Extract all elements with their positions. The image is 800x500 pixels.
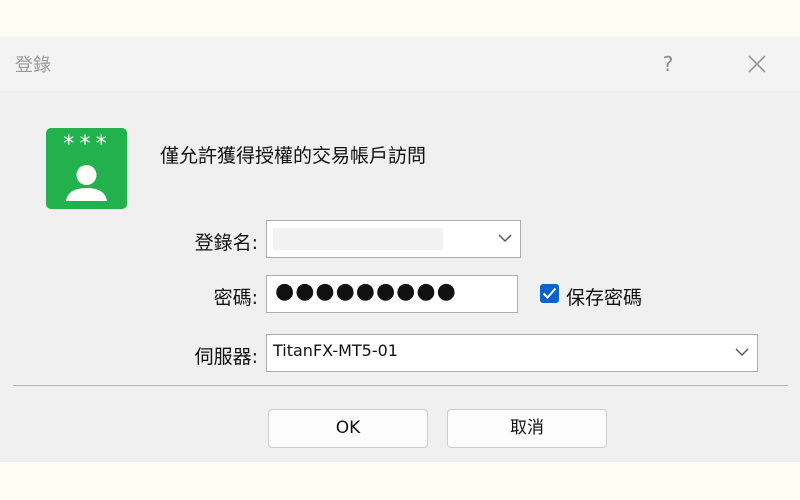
save-password-checkbox[interactable]	[540, 284, 559, 303]
cancel-button[interactable]: 取消	[447, 409, 607, 448]
close-icon	[748, 55, 766, 73]
login-dialog: 登錄 ? *** 僅允許獲得授權的交易帳戶訪問 登錄名: 密碼: ●●●●●●●…	[0, 37, 800, 462]
ok-button[interactable]: OK	[268, 409, 428, 448]
password-value: ●●●●●●●●●	[275, 279, 457, 304]
password-label: 密碼:	[213, 287, 258, 309]
login-combobox[interactable]	[266, 220, 521, 258]
login-label: 登錄名:	[194, 232, 258, 254]
server-value: TitanFX-MT5-01	[273, 341, 398, 360]
chevron-down-icon[interactable]	[498, 233, 512, 243]
help-button[interactable]: ?	[650, 45, 686, 83]
server-label: 伺服器:	[194, 346, 258, 368]
password-field[interactable]: ●●●●●●●●●	[266, 275, 518, 313]
close-button[interactable]	[740, 45, 776, 83]
server-combobox[interactable]: TitanFX-MT5-01	[266, 334, 758, 372]
access-message: 僅允許獲得授權的交易帳戶訪問	[160, 145, 427, 167]
logo-stars: ***	[62, 132, 111, 157]
title-bar: 登錄 ?	[0, 37, 800, 91]
separator	[13, 385, 788, 386]
dialog-title: 登錄	[15, 55, 51, 76]
chevron-down-icon[interactable]	[735, 347, 749, 357]
save-password-label[interactable]: 保存密碼	[566, 283, 642, 310]
login-value	[273, 228, 443, 250]
check-icon	[542, 287, 557, 299]
account-key-icon: ***	[46, 128, 127, 209]
